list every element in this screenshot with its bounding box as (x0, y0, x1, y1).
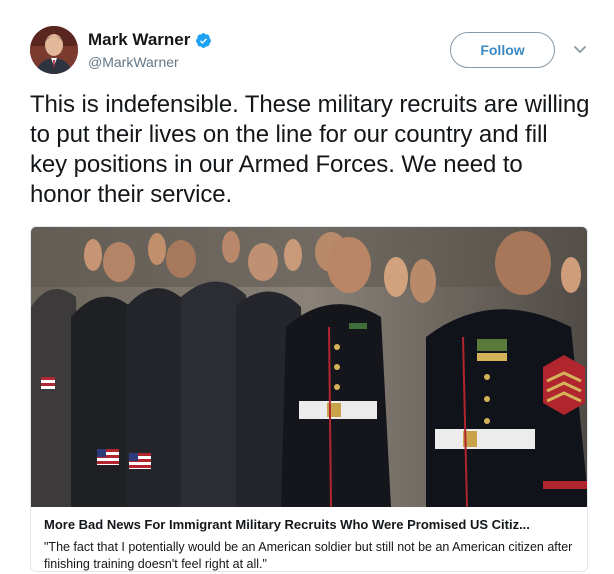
author-name[interactable]: Mark Warner (88, 30, 190, 50)
card-description: "The fact that I potentially would be an… (44, 540, 573, 571)
card-text: More Bad News For Immigrant Military Rec… (44, 517, 579, 571)
link-card[interactable]: More Bad News For Immigrant Military Rec… (30, 226, 588, 572)
card-title[interactable]: More Bad News For Immigrant Military Rec… (44, 517, 579, 532)
avatar[interactable] (30, 26, 78, 74)
author-handle[interactable]: @MarkWarner (88, 54, 179, 70)
follow-button[interactable]: Follow (450, 32, 555, 68)
author-name-row: Mark Warner (88, 30, 212, 50)
tweet-text: This is indefensible. These military rec… (30, 91, 590, 208)
card-photo-icon (31, 227, 587, 507)
chevron-down-icon[interactable] (572, 41, 588, 57)
tweet-header: Mark Warner @MarkWarner Follow (30, 24, 590, 76)
profile-photo-icon (30, 26, 78, 74)
card-image[interactable] (31, 227, 587, 507)
verified-badge-icon (196, 32, 212, 48)
